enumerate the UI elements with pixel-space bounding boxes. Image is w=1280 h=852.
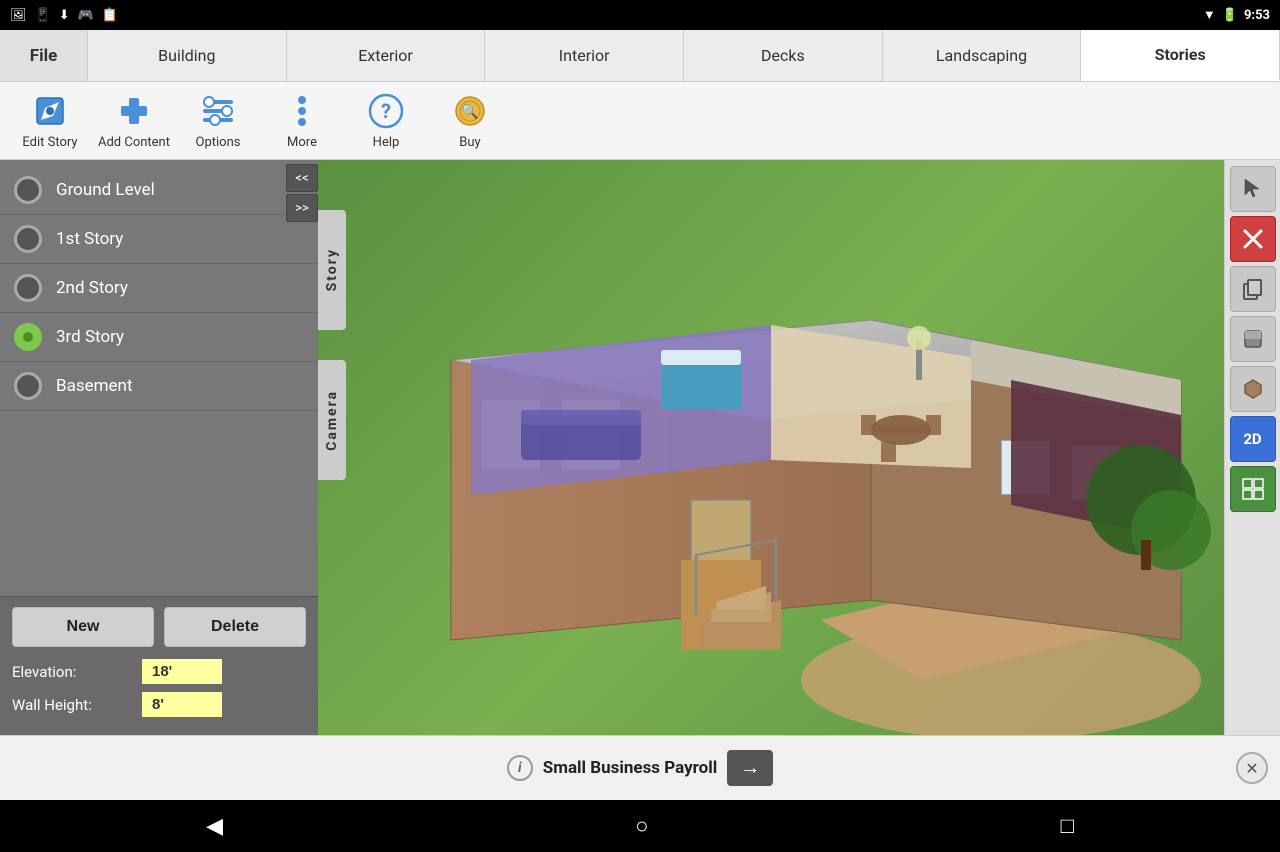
options-label: Options (196, 135, 241, 150)
ad-arrow-button[interactable]: → (727, 750, 773, 786)
svg-text:?: ? (381, 99, 391, 123)
options-button[interactable]: Options (178, 86, 258, 156)
cursor-button[interactable] (1230, 166, 1276, 212)
clock: 9:53 (1244, 8, 1270, 23)
buy-icon: 🔍 (450, 91, 490, 131)
viewport[interactable] (318, 160, 1224, 735)
nav-back-button[interactable]: ◀ (186, 808, 243, 845)
svg-text:🔍: 🔍 (461, 102, 478, 120)
arrow-up-button[interactable]: << (286, 164, 318, 192)
bottom-controls: New Delete Elevation: Wall Height: (0, 596, 318, 735)
story-radio-basement (14, 372, 42, 400)
toolbar: Edit Story Add Content Options (0, 82, 1280, 160)
new-button[interactable]: New (12, 607, 154, 647)
ad-text: Small Business Payroll (543, 758, 717, 778)
status-icon-notes: 📋 (102, 8, 118, 23)
building-canvas (318, 160, 1224, 735)
story-list: Ground Level 1st Story 2nd Story 3rd Sto… (0, 160, 318, 596)
tab-exterior[interactable]: Exterior (287, 30, 486, 81)
tab-building[interactable]: Building (88, 30, 287, 81)
box-button[interactable] (1230, 316, 1276, 362)
story-radio-second (14, 274, 42, 302)
tab-decks[interactable]: Decks (684, 30, 883, 81)
story-side-tab[interactable]: Story (318, 210, 346, 330)
add-content-icon (114, 91, 154, 131)
buy-button[interactable]: 🔍 Buy (430, 86, 510, 156)
wall-height-input[interactable] (142, 692, 222, 717)
status-icon-phone: 📱 (35, 8, 51, 23)
tab-landscaping[interactable]: Landscaping (883, 30, 1082, 81)
add-content-button[interactable]: Add Content (94, 86, 174, 156)
story-label-ground: Ground Level (56, 180, 155, 200)
elevation-label: Elevation: (12, 663, 132, 681)
story-label-third: 3rd Story (56, 327, 124, 347)
status-icon-download: ⬇ (59, 8, 70, 23)
view-2d-label: 2D (1243, 430, 1261, 448)
buy-label: Buy (459, 135, 480, 150)
more-button[interactable]: More (262, 86, 342, 156)
nav-bar: ◀ ○ □ (0, 800, 1280, 852)
copy-button[interactable] (1230, 266, 1276, 312)
camera-side-tab[interactable]: Camera (318, 360, 346, 480)
arrow-down-button[interactable]: >> (286, 194, 318, 222)
options-icon (198, 91, 238, 131)
wall-height-field: Wall Height: (12, 692, 306, 717)
wall-height-label: Wall Height: (12, 696, 132, 714)
right-toolbar: 2D (1224, 160, 1280, 735)
story-radio-third (14, 323, 42, 351)
status-right: ▼ 🔋 9:53 (1203, 7, 1270, 23)
view-2d-button[interactable]: 2D (1230, 416, 1276, 462)
status-icons: 🖼 📱 ⬇ 🎮 📋 (10, 8, 118, 23)
tab-interior[interactable]: Interior (485, 30, 684, 81)
action-buttons: New Delete (12, 607, 306, 647)
story-item-ground[interactable]: Ground Level (0, 166, 318, 215)
battery-icon: 🔋 (1222, 8, 1238, 23)
add-content-label: Add Content (98, 135, 170, 150)
more-label: More (287, 135, 317, 150)
story-label-second: 2nd Story (56, 278, 128, 298)
edit-story-icon (30, 91, 70, 131)
help-label: Help (373, 135, 400, 150)
story-item-second[interactable]: 2nd Story (0, 264, 318, 313)
story-label-first: 1st Story (56, 229, 123, 249)
main-content: Ground Level 1st Story 2nd Story 3rd Sto… (0, 160, 1280, 735)
elevation-field: Elevation: (12, 659, 306, 684)
story-panel: Ground Level 1st Story 2nd Story 3rd Sto… (0, 160, 318, 735)
more-icon (282, 91, 322, 131)
edit-story-label: Edit Story (22, 135, 77, 150)
story-item-basement[interactable]: Basement (0, 362, 318, 411)
shape-button[interactable] (1230, 366, 1276, 412)
ad-banner: i Small Business Payroll → ✕ (0, 735, 1280, 800)
help-icon: ? (366, 91, 406, 131)
help-button[interactable]: ? Help (346, 86, 426, 156)
edit-story-button[interactable]: Edit Story (10, 86, 90, 156)
nav-home-button[interactable]: ○ (615, 807, 668, 845)
status-bar: 🖼 📱 ⬇ 🎮 📋 ▼ 🔋 9:53 (0, 0, 1280, 30)
story-item-third[interactable]: 3rd Story (0, 313, 318, 362)
grid-button[interactable] (1230, 466, 1276, 512)
story-item-first[interactable]: 1st Story (0, 215, 318, 264)
tab-file[interactable]: File (0, 30, 88, 81)
elevation-input[interactable] (142, 659, 222, 684)
ad-info-icon[interactable]: i (507, 755, 533, 781)
wifi-icon: ▼ (1203, 7, 1216, 23)
story-label-basement: Basement (56, 376, 133, 396)
tabs-bar: File Building Exterior Interior Decks La… (0, 30, 1280, 82)
nav-recent-button[interactable]: □ (1041, 807, 1094, 845)
story-arrows: << >> (282, 160, 318, 226)
delete-tool-button[interactable] (1230, 216, 1276, 262)
story-radio-first (14, 225, 42, 253)
story-radio-ground (14, 176, 42, 204)
ad-close-button[interactable]: ✕ (1236, 752, 1268, 784)
tab-stories[interactable]: Stories (1081, 30, 1280, 81)
delete-button[interactable]: Delete (164, 607, 306, 647)
camera-tab-label: Camera (324, 390, 340, 451)
status-icon-screenshot: 🖼 (10, 8, 27, 23)
status-icon-toy: 🎮 (78, 8, 94, 23)
story-tab-label: Story (324, 248, 340, 291)
